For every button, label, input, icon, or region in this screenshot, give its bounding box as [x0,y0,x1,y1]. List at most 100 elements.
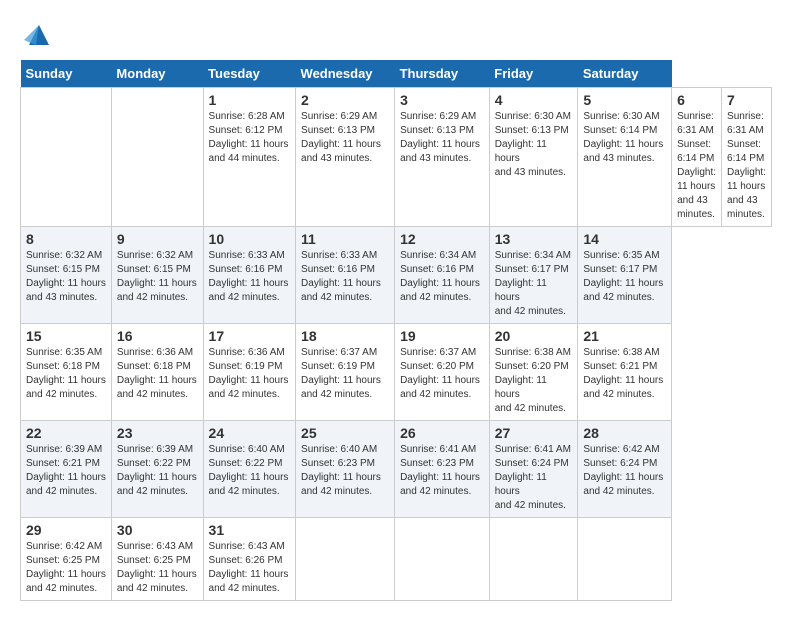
day-number: 19 [400,328,484,344]
calendar-cell: 6 Sunrise: 6:31 AMSunset: 6:14 PMDayligh… [672,88,722,227]
day-number: 5 [583,92,666,108]
day-number: 7 [727,92,766,108]
day-info: Sunrise: 6:40 AMSunset: 6:22 PMDaylight:… [209,444,289,497]
day-info: Sunrise: 6:31 AMSunset: 6:14 PMDaylight:… [727,111,766,220]
calendar-week-3: 15 Sunrise: 6:35 AMSunset: 6:18 PMDaylig… [21,324,772,421]
day-info: Sunrise: 6:41 AMSunset: 6:24 PMDaylight:… [495,444,571,511]
calendar-cell: 15 Sunrise: 6:35 AMSunset: 6:18 PMDaylig… [21,324,112,421]
day-info: Sunrise: 6:32 AMSunset: 6:15 PMDaylight:… [117,250,197,303]
calendar-cell [21,88,112,227]
calendar-cell [395,518,490,601]
calendar-cell: 10 Sunrise: 6:33 AMSunset: 6:16 PMDaylig… [203,227,295,324]
calendar-cell: 1 Sunrise: 6:28 AMSunset: 6:12 PMDayligh… [203,88,295,227]
day-info: Sunrise: 6:30 AMSunset: 6:14 PMDaylight:… [583,111,663,164]
calendar-cell: 29 Sunrise: 6:42 AMSunset: 6:25 PMDaylig… [21,518,112,601]
day-info: Sunrise: 6:36 AMSunset: 6:19 PMDaylight:… [209,347,289,400]
calendar-cell: 11 Sunrise: 6:33 AMSunset: 6:16 PMDaylig… [296,227,395,324]
day-info: Sunrise: 6:29 AMSunset: 6:13 PMDaylight:… [301,111,381,164]
day-info: Sunrise: 6:34 AMSunset: 6:17 PMDaylight:… [495,250,571,317]
day-number: 2 [301,92,389,108]
day-number: 22 [26,425,106,441]
calendar-cell: 19 Sunrise: 6:37 AMSunset: 6:20 PMDaylig… [395,324,490,421]
day-number: 6 [677,92,716,108]
day-info: Sunrise: 6:28 AMSunset: 6:12 PMDaylight:… [209,111,289,164]
day-info: Sunrise: 6:43 AMSunset: 6:25 PMDaylight:… [117,541,197,594]
day-number: 30 [117,522,198,538]
header-day-sunday: Sunday [21,60,112,88]
calendar-cell: 12 Sunrise: 6:34 AMSunset: 6:16 PMDaylig… [395,227,490,324]
day-number: 20 [495,328,573,344]
calendar-table: SundayMondayTuesdayWednesdayThursdayFrid… [20,60,772,601]
calendar-cell: 27 Sunrise: 6:41 AMSunset: 6:24 PMDaylig… [489,421,578,518]
day-info: Sunrise: 6:35 AMSunset: 6:17 PMDaylight:… [583,250,663,303]
day-info: Sunrise: 6:42 AMSunset: 6:24 PMDaylight:… [583,444,663,497]
day-number: 18 [301,328,389,344]
day-info: Sunrise: 6:35 AMSunset: 6:18 PMDaylight:… [26,347,106,400]
calendar-week-1: 1 Sunrise: 6:28 AMSunset: 6:12 PMDayligh… [21,88,772,227]
day-number: 4 [495,92,573,108]
logo [20,20,54,50]
header-day-saturday: Saturday [578,60,672,88]
logo-icon [24,20,54,50]
day-number: 23 [117,425,198,441]
day-number: 14 [583,231,666,247]
header-day-friday: Friday [489,60,578,88]
day-info: Sunrise: 6:34 AMSunset: 6:16 PMDaylight:… [400,250,480,303]
day-number: 28 [583,425,666,441]
calendar-cell: 2 Sunrise: 6:29 AMSunset: 6:13 PMDayligh… [296,88,395,227]
calendar-cell: 31 Sunrise: 6:43 AMSunset: 6:26 PMDaylig… [203,518,295,601]
day-info: Sunrise: 6:38 AMSunset: 6:20 PMDaylight:… [495,347,571,414]
calendar-cell: 13 Sunrise: 6:34 AMSunset: 6:17 PMDaylig… [489,227,578,324]
calendar-cell: 14 Sunrise: 6:35 AMSunset: 6:17 PMDaylig… [578,227,672,324]
calendar-cell: 16 Sunrise: 6:36 AMSunset: 6:18 PMDaylig… [111,324,203,421]
calendar-cell: 24 Sunrise: 6:40 AMSunset: 6:22 PMDaylig… [203,421,295,518]
header-row: SundayMondayTuesdayWednesdayThursdayFrid… [21,60,772,88]
day-info: Sunrise: 6:38 AMSunset: 6:21 PMDaylight:… [583,347,663,400]
day-number: 8 [26,231,106,247]
calendar-cell: 5 Sunrise: 6:30 AMSunset: 6:14 PMDayligh… [578,88,672,227]
day-number: 17 [209,328,290,344]
day-info: Sunrise: 6:29 AMSunset: 6:13 PMDaylight:… [400,111,480,164]
calendar-cell: 3 Sunrise: 6:29 AMSunset: 6:13 PMDayligh… [395,88,490,227]
header-day-thursday: Thursday [395,60,490,88]
day-info: Sunrise: 6:42 AMSunset: 6:25 PMDaylight:… [26,541,106,594]
day-info: Sunrise: 6:39 AMSunset: 6:21 PMDaylight:… [26,444,106,497]
calendar-cell: 22 Sunrise: 6:39 AMSunset: 6:21 PMDaylig… [21,421,112,518]
calendar-cell: 26 Sunrise: 6:41 AMSunset: 6:23 PMDaylig… [395,421,490,518]
day-info: Sunrise: 6:36 AMSunset: 6:18 PMDaylight:… [117,347,197,400]
day-number: 26 [400,425,484,441]
calendar-cell: 28 Sunrise: 6:42 AMSunset: 6:24 PMDaylig… [578,421,672,518]
calendar-cell: 25 Sunrise: 6:40 AMSunset: 6:23 PMDaylig… [296,421,395,518]
calendar-cell: 8 Sunrise: 6:32 AMSunset: 6:15 PMDayligh… [21,227,112,324]
day-number: 13 [495,231,573,247]
calendar-cell [111,88,203,227]
calendar-cell: 4 Sunrise: 6:30 AMSunset: 6:13 PMDayligh… [489,88,578,227]
day-info: Sunrise: 6:30 AMSunset: 6:13 PMDaylight:… [495,111,571,178]
page-header [20,20,772,50]
header-day-wednesday: Wednesday [296,60,395,88]
calendar-cell: 9 Sunrise: 6:32 AMSunset: 6:15 PMDayligh… [111,227,203,324]
day-number: 29 [26,522,106,538]
calendar-cell: 7 Sunrise: 6:31 AMSunset: 6:14 PMDayligh… [722,88,772,227]
calendar-cell: 20 Sunrise: 6:38 AMSunset: 6:20 PMDaylig… [489,324,578,421]
day-number: 21 [583,328,666,344]
day-number: 12 [400,231,484,247]
day-info: Sunrise: 6:43 AMSunset: 6:26 PMDaylight:… [209,541,289,594]
header-day-monday: Monday [111,60,203,88]
calendar-cell [489,518,578,601]
day-info: Sunrise: 6:39 AMSunset: 6:22 PMDaylight:… [117,444,197,497]
day-number: 16 [117,328,198,344]
day-info: Sunrise: 6:37 AMSunset: 6:20 PMDaylight:… [400,347,480,400]
day-number: 10 [209,231,290,247]
day-number: 27 [495,425,573,441]
day-number: 3 [400,92,484,108]
day-info: Sunrise: 6:31 AMSunset: 6:14 PMDaylight:… [677,111,716,220]
calendar-cell: 21 Sunrise: 6:38 AMSunset: 6:21 PMDaylig… [578,324,672,421]
calendar-cell: 18 Sunrise: 6:37 AMSunset: 6:19 PMDaylig… [296,324,395,421]
calendar-week-2: 8 Sunrise: 6:32 AMSunset: 6:15 PMDayligh… [21,227,772,324]
day-info: Sunrise: 6:41 AMSunset: 6:23 PMDaylight:… [400,444,480,497]
day-number: 24 [209,425,290,441]
calendar-week-4: 22 Sunrise: 6:39 AMSunset: 6:21 PMDaylig… [21,421,772,518]
day-number: 1 [209,92,290,108]
day-info: Sunrise: 6:32 AMSunset: 6:15 PMDaylight:… [26,250,106,303]
